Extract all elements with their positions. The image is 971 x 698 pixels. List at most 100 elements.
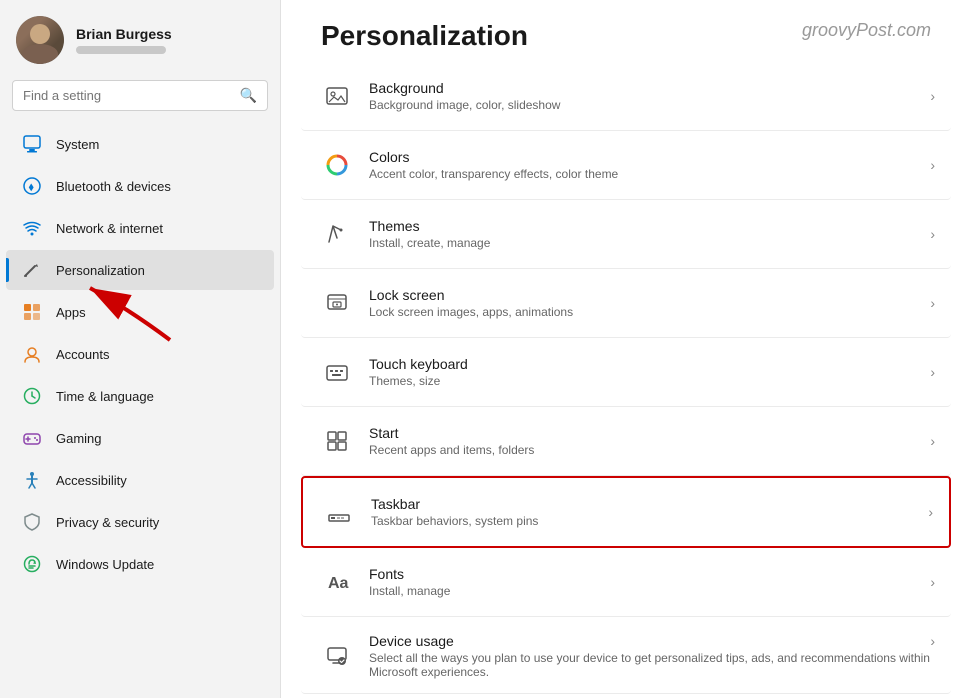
settings-item-taskbar-text: Taskbar Taskbar behaviors, system pins (371, 496, 928, 528)
settings-item-lockscreen-title: Lock screen (369, 287, 930, 303)
sidebar-item-apps[interactable]: Apps (6, 292, 274, 332)
sidebar-item-accessibility-label: Accessibility (56, 473, 127, 488)
background-setting-icon (317, 76, 357, 116)
time-icon (22, 386, 42, 406)
settings-item-themes-desc: Install, create, manage (369, 236, 930, 250)
settings-item-start-title: Start (369, 425, 930, 441)
settings-item-themes[interactable]: Themes Install, create, manage › (301, 200, 951, 269)
settings-item-colors-desc: Accent color, transparency effects, colo… (369, 167, 930, 181)
sidebar-item-bluetooth-label: Bluetooth & devices (56, 179, 171, 194)
sidebar-item-gaming[interactable]: Gaming (6, 418, 274, 458)
settings-item-background[interactable]: Background Background image, color, slid… (301, 62, 951, 131)
user-info: Brian Burgess (76, 26, 172, 54)
privacy-icon (22, 512, 42, 532)
fonts-setting-icon: Aa (317, 562, 357, 602)
settings-item-colors-text: Colors Accent color, transparency effect… (369, 149, 930, 181)
sidebar-item-network-label: Network & internet (56, 221, 163, 236)
main-content: Personalization groovyPost.com Backgroun… (280, 0, 971, 698)
sidebar-item-time-label: Time & language (56, 389, 154, 404)
taskbar-setting-icon (319, 492, 359, 532)
user-name: Brian Burgess (76, 26, 172, 42)
user-profile: Brian Burgess (0, 0, 280, 76)
network-icon (22, 218, 42, 238)
settings-item-start-text: Start Recent apps and items, folders (369, 425, 930, 457)
personalization-icon (22, 260, 42, 280)
settings-item-deviceusage[interactable]: Device usage Select all the ways you pla… (301, 617, 951, 694)
settings-item-themes-text: Themes Install, create, manage (369, 218, 930, 250)
sidebar-item-privacy-label: Privacy & security (56, 515, 159, 530)
update-icon (22, 554, 42, 574)
taskbar-chevron-icon: › (928, 504, 933, 520)
sidebar-item-update[interactable]: Windows Update (6, 544, 274, 584)
deviceusage-chevron-icon: › (930, 633, 935, 649)
themes-chevron-icon: › (930, 226, 935, 242)
background-chevron-icon: › (930, 88, 935, 104)
settings-item-background-title: Background (369, 80, 930, 96)
lockscreen-setting-icon (317, 283, 357, 323)
settings-item-deviceusage-text: Device usage Select all the ways you pla… (369, 633, 930, 679)
sidebar-item-accounts-label: Accounts (56, 347, 109, 362)
sidebar-item-gaming-label: Gaming (56, 431, 102, 446)
nav-items: System ⬧ Bluetooth & devices (0, 123, 280, 698)
settings-item-touchkeyboard-text: Touch keyboard Themes, size (369, 356, 930, 388)
settings-item-deviceusage-desc: Select all the ways you plan to use your… (369, 651, 930, 679)
page-header: Personalization groovyPost.com (281, 0, 971, 62)
settings-item-start-desc: Recent apps and items, folders (369, 443, 930, 457)
bluetooth-icon: ⬧ (22, 176, 42, 196)
apps-icon (22, 302, 42, 322)
search-box[interactable]: 🔍 (12, 80, 268, 111)
touchkeyboard-setting-icon (317, 352, 357, 392)
themes-setting-icon (317, 214, 357, 254)
settings-item-taskbar-title: Taskbar (371, 496, 928, 512)
svg-text:Aa: Aa (328, 575, 349, 592)
settings-item-lockscreen[interactable]: Lock screen Lock screen images, apps, an… (301, 269, 951, 338)
sidebar-item-system-label: System (56, 137, 99, 152)
settings-item-touchkeyboard[interactable]: Touch keyboard Themes, size › (301, 338, 951, 407)
settings-item-background-desc: Background image, color, slideshow (369, 98, 930, 112)
settings-item-fonts[interactable]: Aa Fonts Install, manage › (301, 548, 951, 617)
system-icon (22, 134, 42, 154)
settings-item-colors-title: Colors (369, 149, 930, 165)
brand-logo: groovyPost.com (802, 20, 931, 41)
page-title: Personalization (321, 20, 528, 52)
sidebar-item-accessibility[interactable]: Accessibility (6, 460, 274, 500)
sidebar-item-personalization-label: Personalization (56, 263, 145, 278)
settings-item-background-text: Background Background image, color, slid… (369, 80, 930, 112)
settings-item-fonts-title: Fonts (369, 566, 930, 582)
colors-setting-icon (317, 145, 357, 185)
settings-item-fonts-text: Fonts Install, manage (369, 566, 930, 598)
lockscreen-chevron-icon: › (930, 295, 935, 311)
svg-text:⬧: ⬧ (29, 180, 35, 194)
user-status-bar (76, 46, 166, 54)
touchkeyboard-chevron-icon: › (930, 364, 935, 380)
colors-chevron-icon: › (930, 157, 935, 173)
deviceusage-setting-icon (317, 635, 357, 675)
settings-item-touchkeyboard-desc: Themes, size (369, 374, 930, 388)
accounts-icon (22, 344, 42, 364)
settings-item-taskbar[interactable]: Taskbar Taskbar behaviors, system pins › (301, 476, 951, 548)
settings-item-start[interactable]: Start Recent apps and items, folders › (301, 407, 951, 476)
sidebar-item-personalization[interactable]: Personalization (6, 250, 274, 290)
sidebar-item-network[interactable]: Network & internet (6, 208, 274, 248)
settings-item-touchkeyboard-title: Touch keyboard (369, 356, 930, 372)
settings-list: Background Background image, color, slid… (281, 62, 971, 698)
sidebar-item-time[interactable]: Time & language (6, 376, 274, 416)
sidebar-item-accounts[interactable]: Accounts (6, 334, 274, 374)
settings-item-themes-title: Themes (369, 218, 930, 234)
settings-item-fonts-desc: Install, manage (369, 584, 930, 598)
sidebar-item-apps-label: Apps (56, 305, 86, 320)
settings-item-colors[interactable]: Colors Accent color, transparency effect… (301, 131, 951, 200)
search-input[interactable] (23, 88, 232, 103)
sidebar-item-privacy[interactable]: Privacy & security (6, 502, 274, 542)
fonts-chevron-icon: › (930, 574, 935, 590)
settings-item-lockscreen-text: Lock screen Lock screen images, apps, an… (369, 287, 930, 319)
settings-item-lockscreen-desc: Lock screen images, apps, animations (369, 305, 930, 319)
avatar (16, 16, 64, 64)
accessibility-icon (22, 470, 42, 490)
search-container: 🔍 (0, 76, 280, 123)
sidebar-item-bluetooth[interactable]: ⬧ Bluetooth & devices (6, 166, 274, 206)
sidebar: Brian Burgess 🔍 System (0, 0, 280, 698)
search-icon: 🔍 (240, 87, 257, 104)
sidebar-item-system[interactable]: System (6, 124, 274, 164)
gaming-icon (22, 428, 42, 448)
